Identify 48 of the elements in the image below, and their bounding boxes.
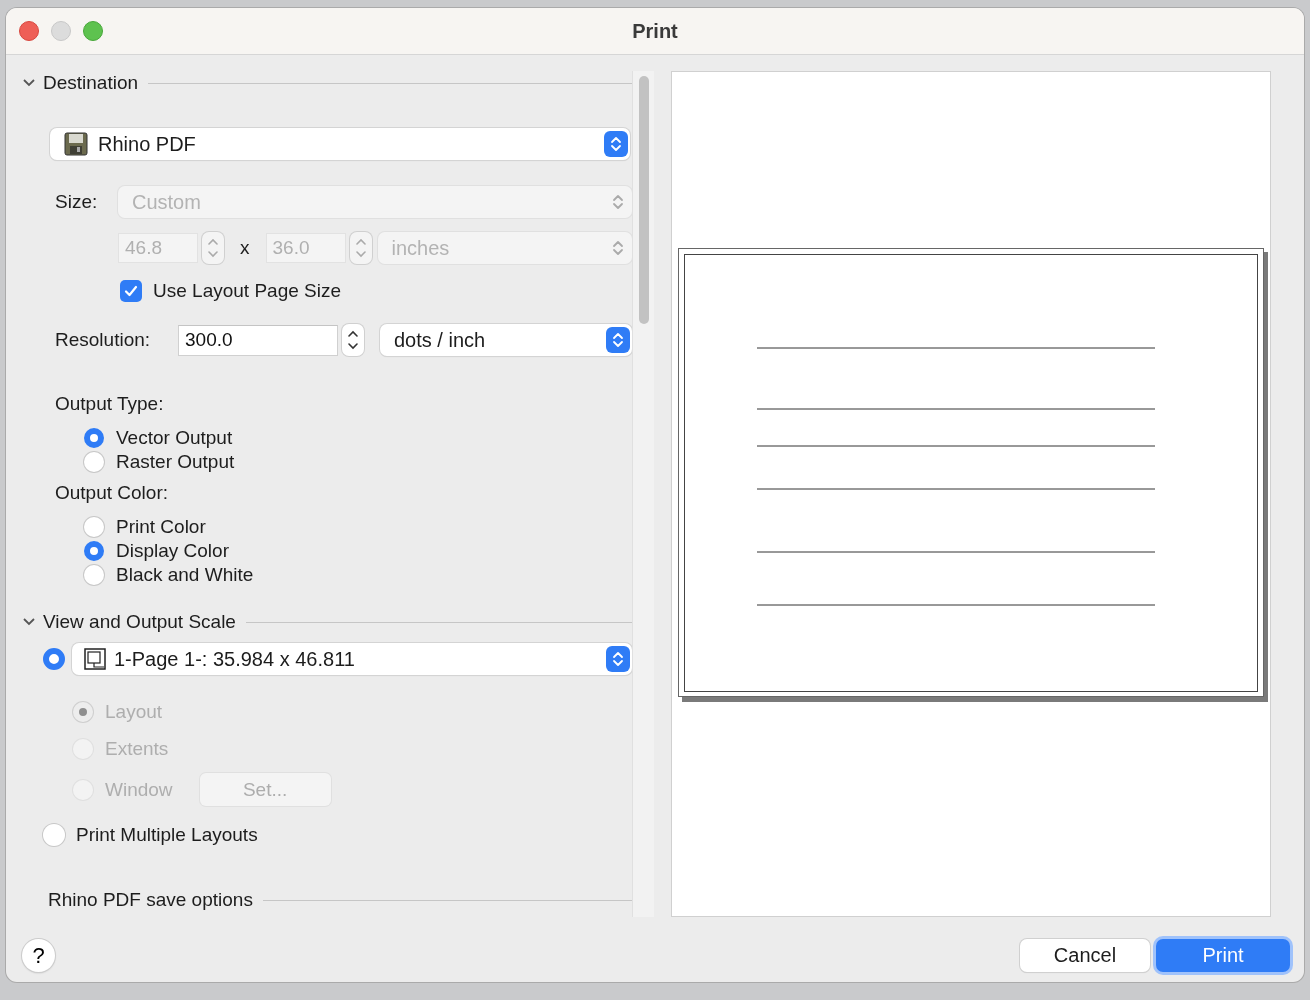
- chevron-updown-icon: [612, 239, 624, 257]
- radio-button[interactable]: [43, 824, 65, 846]
- radio-button[interactable]: [84, 516, 104, 537]
- chevron-down-icon[interactable]: [22, 78, 36, 88]
- radio-label: Print Multiple Layouts: [76, 824, 258, 846]
- radio-label: Display Color: [116, 539, 229, 562]
- close-button[interactable]: [19, 21, 39, 41]
- radio-label: Vector Output: [116, 426, 233, 449]
- resolution-field[interactable]: 300.0: [178, 324, 338, 356]
- units-dropdown[interactable]: dots / inch: [380, 324, 632, 356]
- chevron-updown-icon: [612, 193, 624, 211]
- radio-label: Extents: [105, 737, 169, 760]
- section-heading: Destination: [43, 72, 139, 94]
- window-title: Print: [631, 19, 679, 43]
- checkmark-icon: [123, 283, 139, 299]
- scrollbar-thumb[interactable]: [638, 76, 649, 324]
- radio-label: Black and White: [116, 563, 254, 586]
- field-label: Size:: [55, 191, 99, 213]
- radio-button[interactable]: [84, 540, 104, 561]
- radio-label: Window: [105, 778, 173, 801]
- print-button[interactable]: Print: [1156, 939, 1290, 972]
- printer-dropdown[interactable]: Rhino PDF: [50, 128, 630, 160]
- radio-label: Layout: [105, 700, 163, 723]
- zoom-button[interactable]: [83, 21, 103, 41]
- radio-button[interactable]: [84, 427, 104, 448]
- minimize-button[interactable]: [51, 21, 71, 41]
- group-label: Output Type:: [55, 393, 165, 415]
- checkbox-label: Use Layout Page Size: [153, 280, 341, 302]
- chevron-updown-icon: [610, 135, 622, 153]
- radio-label: Raster Output: [116, 450, 235, 473]
- section-heading: View and Output Scale: [43, 611, 236, 633]
- radio-label: Print Color: [116, 515, 206, 538]
- field-label: Resolution:: [55, 329, 152, 351]
- checkbox[interactable]: [120, 280, 142, 302]
- radio-button[interactable]: [84, 564, 104, 585]
- page-layout-icon: [84, 648, 106, 670]
- layout-dropdown[interactable]: 1-Page 1-: 35.984 x 46.811: [72, 643, 632, 675]
- radio-button[interactable]: [43, 648, 65, 670]
- stepper[interactable]: [342, 324, 364, 356]
- section-heading: Rhino PDF save options: [48, 889, 253, 911]
- chevron-down-icon[interactable]: [22, 617, 36, 627]
- chevron-updown-icon: [612, 650, 624, 668]
- group-label: Output Color:: [55, 482, 169, 504]
- help-button[interactable]: ?: [22, 939, 55, 972]
- cancel-button[interactable]: Cancel: [1020, 939, 1150, 972]
- chevron-updown-icon: [612, 331, 624, 349]
- times-sign: x: [240, 237, 250, 259]
- radio-button[interactable]: [84, 451, 104, 472]
